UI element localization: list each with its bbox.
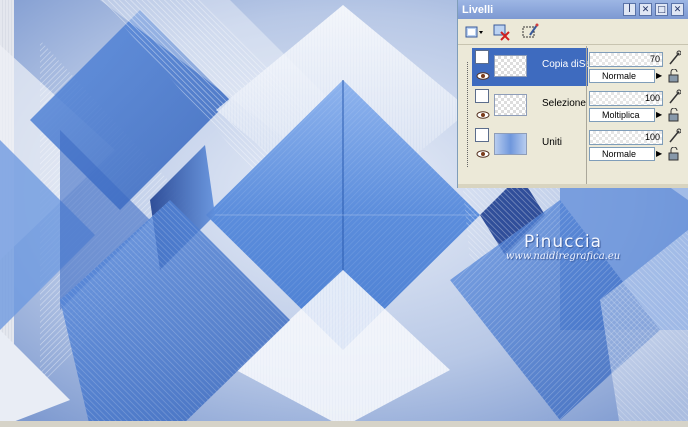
opacity-slider[interactable]: 70 xyxy=(589,52,663,67)
layers-titlebar[interactable]: Livelli ꟾ ✕ □ ✕ xyxy=(458,0,688,19)
new-layer-button[interactable] xyxy=(463,22,485,42)
layer-row-selezione[interactable]: Selezione innalzata xyxy=(472,87,588,125)
paintbrush-icon[interactable] xyxy=(667,50,681,66)
lock-icon[interactable] xyxy=(667,108,681,122)
edit-selection-button[interactable] xyxy=(519,22,541,42)
opacity-slider[interactable]: 100 xyxy=(589,130,663,145)
layers-palette: Livelli ꟾ ✕ □ ✕ Copia diS Selezione Unit… xyxy=(457,0,688,188)
layer-thumbnail xyxy=(494,94,527,116)
blend-mode-select[interactable]: Moltiplica xyxy=(589,108,655,122)
layer-tree-line xyxy=(467,62,469,167)
layer-name: Uniti xyxy=(542,137,563,148)
visibility-eye-icon[interactable] xyxy=(476,72,490,80)
raster-layer-icon xyxy=(475,128,489,142)
layer-props-copia: 70 Normale ▶ xyxy=(589,48,688,86)
dropdown-arrow-icon[interactable]: ▶ xyxy=(656,147,664,161)
layer-row-copia[interactable]: Copia diSelezione xyxy=(472,48,588,86)
edit-selection-icon xyxy=(522,23,539,37)
palette-bottom-edge xyxy=(458,184,688,188)
dropdown-arrow-icon[interactable]: ▶ xyxy=(656,69,664,83)
blend-mode-select[interactable]: Normale xyxy=(589,69,655,83)
lock-icon[interactable] xyxy=(667,147,681,161)
visibility-eye-icon[interactable] xyxy=(476,150,490,158)
layer-properties-column: 70 Normale ▶ 100 Moltiplica ▶ 100 Normal… xyxy=(586,46,688,188)
layer-thumbnail xyxy=(494,55,527,77)
layer-props-selezione: 100 Moltiplica ▶ xyxy=(589,87,688,125)
raster-layer-icon xyxy=(475,50,489,64)
maximize-button[interactable]: □ xyxy=(655,3,668,16)
close-button[interactable]: ✕ xyxy=(639,3,652,16)
delete-layer-button[interactable] xyxy=(491,22,513,42)
delete-layer-icon xyxy=(493,24,510,41)
dropdown-arrow-icon[interactable]: ▶ xyxy=(656,108,664,122)
blend-mode-select[interactable]: Normale xyxy=(589,147,655,161)
layer-props-uniti: 100 Normale ▶ xyxy=(589,126,688,164)
palette-title: Livelli xyxy=(462,3,494,16)
paintbrush-icon[interactable] xyxy=(667,89,681,105)
layers-list: Copia diSelezione Selezione innalzata Un… xyxy=(458,46,688,188)
raster-layer-icon xyxy=(475,89,489,103)
layer-name: Selezione innalzata xyxy=(542,98,588,109)
layer-name: Copia diSelezione xyxy=(542,59,588,70)
visibility-eye-icon[interactable] xyxy=(476,111,490,119)
layer-thumbnail xyxy=(494,133,527,155)
opacity-slider[interactable]: 100 xyxy=(589,91,663,106)
new-layer-icon xyxy=(465,26,483,37)
paintbrush-icon[interactable] xyxy=(667,128,681,144)
lock-icon[interactable] xyxy=(667,69,681,83)
layer-row-uniti[interactable]: Uniti xyxy=(472,126,588,164)
close-palette-button[interactable]: ✕ xyxy=(671,3,684,16)
pin-button[interactable]: ꟾ xyxy=(623,3,636,16)
layers-toolbar xyxy=(458,19,688,45)
